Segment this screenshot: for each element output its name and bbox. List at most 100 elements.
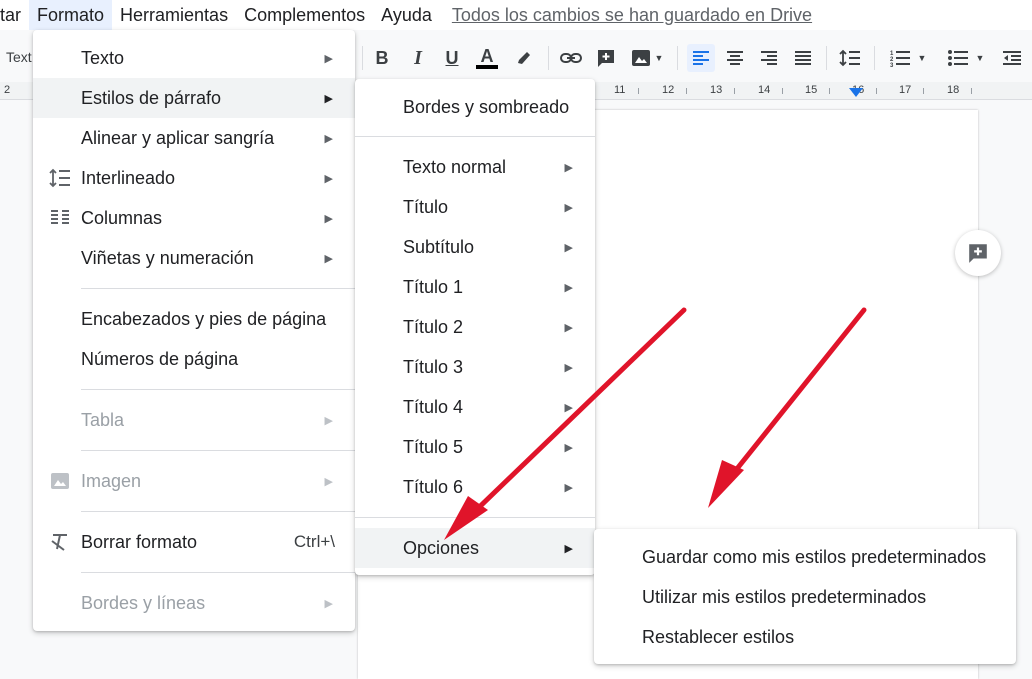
bulleted-list-button[interactable]: ▼ (942, 44, 990, 72)
format-menu: Texto ▶ Estilos de párrafo ▶ Alinear y a… (33, 30, 355, 631)
bold-icon: B (375, 47, 389, 68)
menu-item-numeros-de-pagina[interactable]: Números de página (33, 339, 355, 379)
toolbar-divider (874, 46, 875, 70)
ruler-number: 13 (710, 84, 723, 96)
justify-button[interactable] (789, 44, 817, 72)
menu-item-titulo-6[interactable]: Título 6 ▶ (355, 467, 595, 507)
menu-item-guardar-estilos[interactable]: Guardar como mis estilos predeterminados (594, 537, 1016, 577)
image-icon (631, 50, 650, 66)
menu-item-label: Guardar como mis estilos predeterminados (642, 546, 987, 567)
menu-item-label: Título 3 (403, 356, 464, 377)
submenu-arrow-icon: ▶ (324, 252, 333, 265)
menu-item-restablecer-estilos[interactable]: Restablecer estilos (594, 617, 1016, 657)
add-comment-toolbar-button[interactable] (592, 44, 620, 72)
align-left-button[interactable] (687, 44, 715, 72)
italic-button[interactable]: I (404, 44, 432, 72)
menu-item-titulo-5[interactable]: Título 5 ▶ (355, 427, 595, 467)
text-color-button[interactable]: A (473, 44, 501, 72)
text-color-icon: A (480, 46, 494, 66)
menu-item-subtitulo[interactable]: Subtítulo ▶ (355, 227, 595, 267)
menu-item-titulo-4[interactable]: Título 4 ▶ (355, 387, 595, 427)
saved-status-link[interactable]: Todos los cambios se han guardado en Dri… (452, 5, 812, 26)
submenu-arrow-icon: ▶ (564, 281, 573, 294)
menu-item-label: Texto normal (403, 156, 507, 177)
menu-divider (81, 288, 355, 289)
menubar: rtar Formato Herramientas Complementos A… (0, 0, 1032, 30)
chevron-down-icon: ▼ (654, 53, 664, 63)
menu-item-titulo[interactable]: Título ▶ (355, 187, 595, 227)
menu-divider (81, 511, 355, 512)
line-spacing-icon (839, 49, 860, 67)
align-left-icon (693, 51, 709, 65)
menu-item-titulo-1[interactable]: Título 1 ▶ (355, 267, 595, 307)
svg-text:3: 3 (890, 63, 894, 67)
menu-item-vinetas[interactable]: Viñetas y numeración ▶ (33, 238, 355, 278)
menu-herramientas[interactable]: Herramientas (112, 0, 236, 30)
menu-divider (81, 450, 355, 451)
ruler-tick (829, 88, 830, 94)
style-dropdown[interactable]: Text (6, 49, 32, 65)
options-submenu: Guardar como mis estilos predeterminados… (594, 529, 1016, 664)
menu-formato[interactable]: Formato (29, 0, 113, 30)
menu-item-label: Título 6 (403, 476, 464, 497)
menu-item-label: Utilizar mis estilos predeterminados (642, 586, 927, 607)
line-spacing-icon (49, 167, 71, 189)
menu-item-label: Texto (81, 47, 125, 68)
ruler-tick (923, 88, 924, 94)
ruler-number: 18 (947, 84, 960, 96)
submenu-arrow-icon: ▶ (564, 161, 573, 174)
justify-icon (795, 51, 811, 65)
align-right-icon (761, 51, 777, 65)
menu-item-texto[interactable]: Texto ▶ (33, 38, 355, 78)
menu-divider (355, 517, 595, 518)
bold-button[interactable]: B (368, 44, 396, 72)
ruler-tick (734, 88, 735, 94)
ruler-tick (686, 88, 687, 94)
menu-item-texto-normal[interactable]: Texto normal ▶ (355, 147, 595, 187)
menu-item-borrar-formato[interactable]: Borrar formato Ctrl+\ (33, 522, 355, 562)
menu-item-encabezados[interactable]: Encabezados y pies de página (33, 299, 355, 339)
menu-item-columnas[interactable]: Columnas ▶ (33, 198, 355, 238)
menu-item-estilos-de-parrafo[interactable]: Estilos de párrafo ▶ (33, 78, 355, 118)
menu-item-bordes-y-lineas: Bordes y líneas ▶ (33, 583, 355, 623)
menu-item-titulo-3[interactable]: Título 3 ▶ (355, 347, 595, 387)
line-spacing-button[interactable] (836, 44, 864, 72)
submenu-arrow-icon: ▶ (564, 361, 573, 374)
menu-item-label: Viñetas y numeración (81, 247, 254, 268)
bulleted-list-icon (947, 50, 968, 66)
ruler-tick (876, 88, 877, 94)
numbered-list-button[interactable]: 123 ▼ (884, 44, 932, 72)
link-button[interactable] (557, 44, 585, 72)
menu-item-label: Título 4 (403, 396, 464, 417)
add-comment-button[interactable] (955, 230, 1001, 276)
right-indent-marker[interactable] (849, 88, 863, 97)
toolbar-divider (826, 46, 827, 70)
align-center-button[interactable] (721, 44, 749, 72)
menu-item-opciones[interactable]: Opciones ▶ (355, 528, 595, 568)
menu-complementos[interactable]: Complementos (236, 0, 373, 30)
keyboard-shortcut: Ctrl+\ (293, 532, 335, 551)
align-right-button[interactable] (755, 44, 783, 72)
menu-item-alinear[interactable]: Alinear y aplicar sangría ▶ (33, 118, 355, 158)
menu-item-label: Encabezados y pies de página (81, 308, 327, 329)
menu-item-label: Bordes y sombreado (403, 96, 570, 117)
submenu-arrow-icon: ▶ (324, 172, 333, 185)
menu-item-imagen: Imagen ▶ (33, 461, 355, 501)
menu-item-bordes-y-sombreado[interactable]: Bordes y sombreado (355, 87, 595, 127)
submenu-arrow-icon: ▶ (324, 475, 333, 488)
menu-item-titulo-2[interactable]: Título 2 ▶ (355, 307, 595, 347)
underline-button[interactable]: U (438, 44, 466, 72)
menu-item-label: Borrar formato (81, 531, 198, 552)
menu-divider (81, 572, 355, 573)
menu-item-utilizar-estilos[interactable]: Utilizar mis estilos predeterminados (594, 577, 1016, 617)
highlight-button[interactable] (510, 44, 538, 72)
menu-item-label: Interlineado (81, 167, 176, 188)
menu-item-interlineado[interactable]: Interlineado ▶ (33, 158, 355, 198)
menu-divider (355, 136, 595, 137)
ruler-tick (782, 88, 783, 94)
menu-divider (81, 389, 355, 390)
menu-insertar[interactable]: rtar (0, 0, 29, 30)
menu-ayuda[interactable]: Ayuda (373, 0, 440, 30)
insert-image-button[interactable]: ▼ (625, 44, 669, 72)
decrease-indent-button[interactable] (998, 44, 1026, 72)
